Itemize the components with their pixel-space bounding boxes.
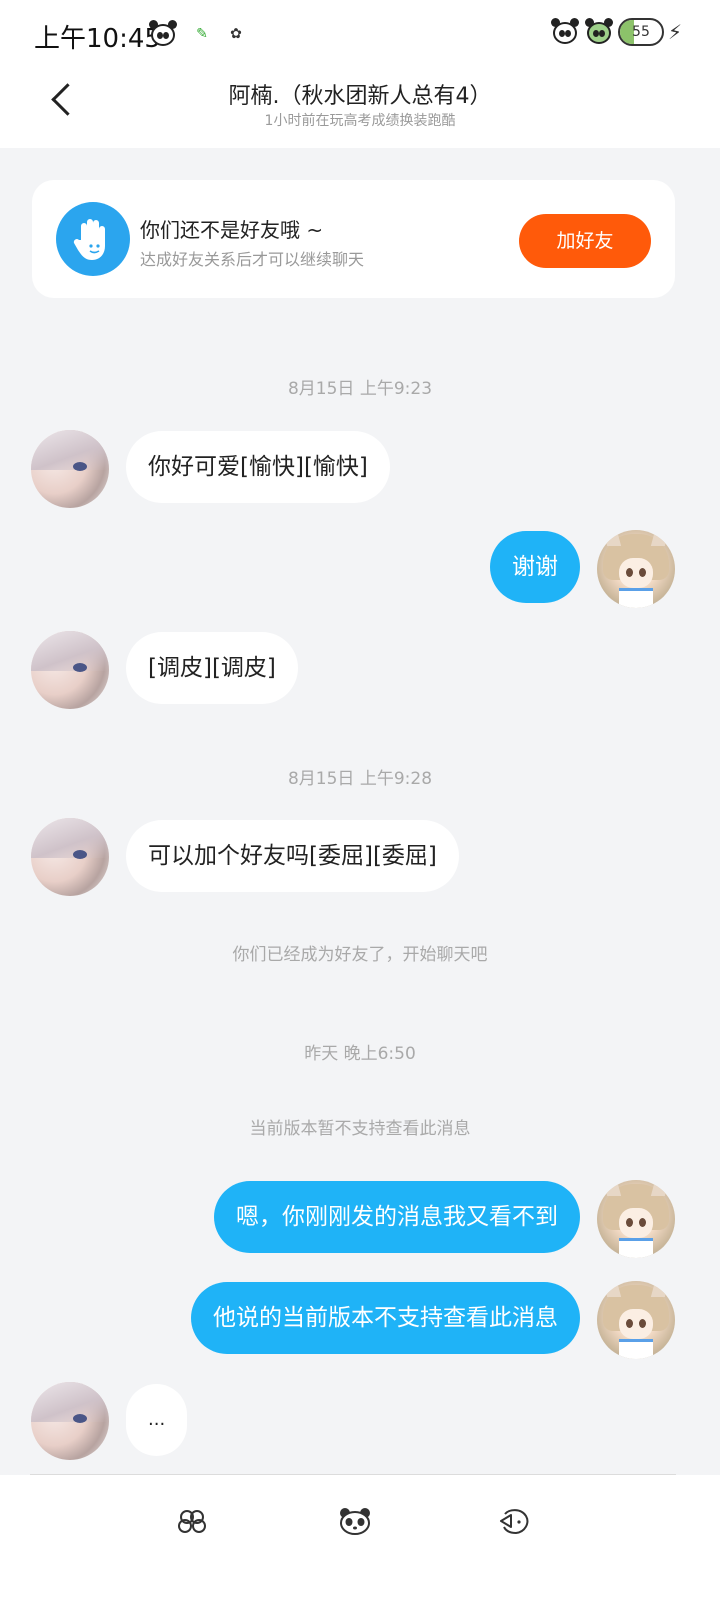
contact-avatar[interactable]	[31, 631, 109, 709]
recall-icon[interactable]	[497, 1505, 531, 1537]
system-message: 你们已经成为好友了，开始聊天吧	[232, 945, 488, 965]
contact-avatar[interactable]	[31, 818, 109, 896]
not-friend-banner: 你们还不是好友哦 ~ 达成好友关系后才可以继续聊天 加好友	[32, 180, 675, 298]
my-avatar[interactable]	[597, 530, 675, 608]
status-time: 上午10:45	[34, 24, 161, 54]
message-bubble-incoming[interactable]: 可以加个好友吗[委屈][委屈]	[126, 820, 459, 892]
status-bar: 上午10:45 ✎ ✿ 55 ⚡	[0, 0, 720, 70]
timestamp: 8月15日 上午9:23	[287, 379, 433, 399]
status-notification-icons: ✎ ✿	[148, 20, 246, 48]
timestamp: 8月15日 上午9:28	[287, 769, 433, 789]
my-avatar[interactable]	[597, 1281, 675, 1359]
panda-signal-icon	[550, 18, 580, 46]
panda-small-icon: ✿	[230, 26, 242, 42]
banner-subtitle: 达成好友关系后才可以继续聊天	[140, 250, 365, 269]
contact-avatar[interactable]	[31, 1382, 109, 1460]
message-bubble-outgoing[interactable]: 嗯，你刚刚发的消息我又看不到	[214, 1181, 580, 1253]
message-bubble-incoming[interactable]: 你好可爱[愉快][愉快]	[126, 431, 390, 503]
stickers-icon[interactable]	[175, 1505, 209, 1537]
contact-name: 阿楠.（秋水团新人总有4）	[228, 84, 492, 109]
my-avatar[interactable]	[597, 1180, 675, 1258]
bottom-toolbar	[0, 1475, 720, 1600]
chat-header: 阿楠.（秋水团新人总有4） 1小时前在玩高考成绩换装跑酷	[0, 70, 720, 148]
panda-wifi-icon	[584, 18, 614, 46]
panda-app-icon	[148, 20, 178, 48]
banner-title: 你们还不是好友哦 ~	[140, 218, 324, 242]
charging-icon: ⚡	[667, 20, 682, 44]
status-system-icons: 55 ⚡	[550, 18, 682, 46]
add-friend-button[interactable]: 加好友	[519, 214, 651, 268]
timestamp: 昨天 晚上6:50	[304, 1044, 416, 1064]
message-bubble-outgoing[interactable]: 他说的当前版本不支持查看此消息	[191, 1282, 580, 1354]
contact-activity: 1小时前在玩高考成绩换装跑酷	[264, 113, 456, 129]
contact-avatar[interactable]	[31, 430, 109, 508]
battery-icon: 55	[617, 18, 664, 46]
bamboo-app-icon: ✎	[196, 26, 208, 42]
battery-level: 55	[632, 24, 650, 40]
message-bubble-outgoing[interactable]: 谢谢	[490, 531, 580, 603]
system-message: 当前版本暂不支持查看此消息	[249, 1119, 471, 1139]
hand-wave-icon	[56, 202, 130, 276]
message-bubble-incoming[interactable]: [调皮][调皮]	[126, 632, 298, 704]
panda-emoji-icon[interactable]	[338, 1505, 372, 1537]
message-bubble-incoming[interactable]: ...	[126, 1384, 188, 1456]
